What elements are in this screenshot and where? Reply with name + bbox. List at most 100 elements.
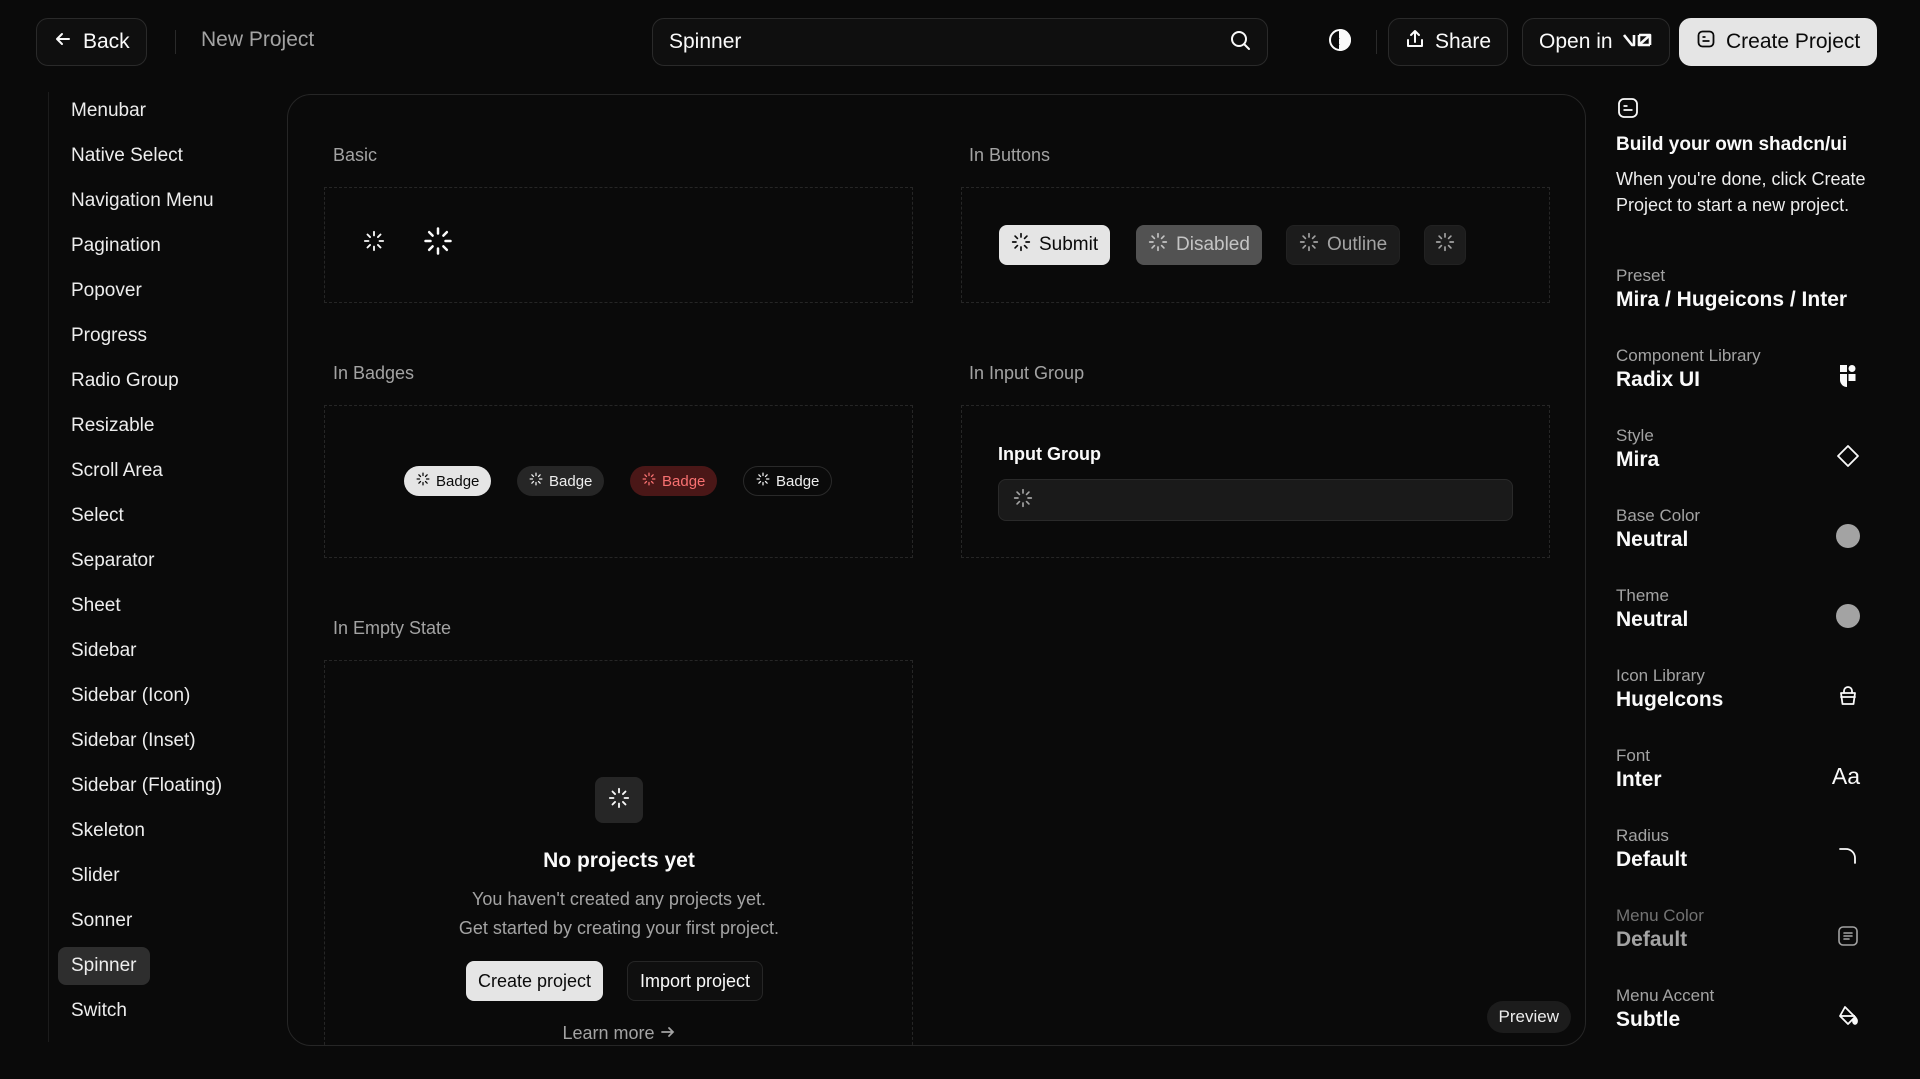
back-button[interactable]: Back: [36, 18, 147, 66]
sidebar-item-native-select[interactable]: Native Select: [58, 137, 196, 175]
option-icon-library[interactable]: Icon Library HugeIcons: [1616, 666, 1866, 730]
create-project-button[interactable]: Create Project: [1679, 18, 1878, 66]
search-input[interactable]: [669, 30, 1209, 54]
back-label: Back: [83, 30, 130, 53]
color-dot-icon: [1830, 598, 1866, 634]
arrow-left-icon: [53, 29, 73, 55]
option-label: Icon Library: [1616, 666, 1705, 685]
header-divider: [1376, 30, 1377, 54]
option-label: Theme: [1616, 586, 1669, 605]
sidebar-item-popover[interactable]: Popover: [58, 272, 155, 310]
option-value: Default: [1616, 928, 1688, 951]
outline-button[interactable]: Outline: [1286, 225, 1401, 265]
preview-badge[interactable]: Preview: [1486, 1001, 1571, 1033]
spinner-icon: [529, 472, 543, 490]
radix-icon: [1830, 358, 1866, 394]
hugeicons-icon: [1830, 678, 1866, 714]
option-label: Preset: [1616, 266, 1666, 285]
section-title-in-empty-state: In Empty State: [333, 618, 452, 638]
header-divider: [175, 30, 176, 54]
option-menu-color[interactable]: Menu Color Default: [1616, 906, 1866, 970]
sidebar-item-separator[interactable]: Separator: [58, 542, 167, 580]
component-search[interactable]: [652, 18, 1268, 66]
sidebar-item-sidebar[interactable]: Sidebar: [58, 632, 150, 670]
project-title: New Project: [201, 28, 315, 51]
spinner-icon: [608, 787, 630, 814]
sidebar-item-sheet[interactable]: Sheet: [58, 587, 134, 625]
learn-more-link[interactable]: Learn more: [319, 1023, 919, 1044]
badge: Badge: [517, 466, 605, 496]
basic-demo: [324, 187, 913, 303]
option-base-color[interactable]: Base Color Neutral: [1616, 506, 1866, 570]
sidebar-item-sidebar-floating[interactable]: Sidebar (Floating): [58, 767, 235, 805]
create-project-empty-button[interactable]: Create project: [466, 961, 604, 1001]
disabled-button[interactable]: Disabled: [1136, 225, 1262, 265]
share-label: Share: [1435, 30, 1492, 53]
spinner-icon: [1148, 232, 1168, 258]
project-icon: [1696, 29, 1716, 55]
option-label: Font: [1616, 746, 1651, 765]
sidebar-item-skeleton[interactable]: Skeleton: [58, 812, 158, 850]
option-radius[interactable]: Radius Default: [1616, 826, 1866, 890]
sidebar-item-switch[interactable]: Switch: [58, 992, 140, 1030]
import-project-button[interactable]: Import project: [627, 961, 764, 1001]
sidebar-item-spinner[interactable]: Spinner: [58, 947, 150, 985]
sidebar-item-progress[interactable]: Progress: [58, 317, 160, 355]
option-font[interactable]: Font Inter Aa: [1616, 746, 1866, 810]
input-group-field[interactable]: [998, 479, 1513, 521]
option-value: Mira: [1616, 448, 1660, 471]
color-dot-icon: [1830, 518, 1866, 554]
option-value: Neutral: [1616, 608, 1689, 631]
option-label: Radius: [1616, 826, 1669, 845]
empty-state-line-1: You haven't created any projects yet.: [472, 889, 766, 909]
submit-button[interactable]: Submit: [999, 225, 1111, 265]
empty-state-icon-box: [595, 777, 643, 823]
option-value: Neutral: [1616, 528, 1689, 551]
badge-destructive: Badge: [630, 466, 718, 496]
option-style[interactable]: Style Mira: [1616, 426, 1866, 490]
sidebar-item-sonner[interactable]: Sonner: [58, 902, 145, 940]
sidebar-item-resizable[interactable]: Resizable: [58, 407, 167, 445]
option-preset[interactable]: Preset Mira / Hugeicons / Inter: [1616, 266, 1866, 330]
open-in-button[interactable]: Open in: [1522, 18, 1670, 66]
build-description: When you're done, click Create Project t…: [1616, 169, 1866, 215]
badge-label: Badge: [776, 472, 820, 490]
sidebar-item-sidebar-icon[interactable]: Sidebar (Icon): [58, 677, 203, 715]
sidebar-item-select[interactable]: Select: [58, 497, 137, 535]
spinner-icon: [1011, 232, 1031, 258]
sidebar-item-sidebar-inset[interactable]: Sidebar (Inset): [58, 722, 209, 760]
empty-state-heading: No projects yet: [543, 849, 695, 872]
option-menu-accent[interactable]: Menu Accent Subtle: [1616, 986, 1866, 1050]
option-value: Inter: [1616, 768, 1662, 791]
option-theme[interactable]: Theme Neutral: [1616, 586, 1866, 650]
badge-outline: Badge: [743, 466, 833, 496]
section-title-in-buttons: In Buttons: [969, 145, 1051, 165]
outline-label: Outline: [1327, 234, 1388, 255]
v0-logo-icon: [1622, 30, 1653, 54]
paint-bucket-icon: [1830, 998, 1866, 1034]
share-button[interactable]: Share: [1388, 18, 1509, 66]
sidebar-item-slider[interactable]: Slider: [58, 857, 133, 895]
diamond-icon: [1830, 438, 1866, 474]
option-label: Style: [1616, 426, 1654, 445]
option-label: Base Color: [1616, 506, 1701, 525]
sidebar-item-navigation-menu[interactable]: Navigation Menu: [58, 182, 227, 220]
icon-spinner-button[interactable]: [1424, 225, 1466, 265]
option-value: Radix UI: [1616, 368, 1701, 391]
spinner-icon: [416, 472, 430, 490]
build-title: Build your own shadcn/ui: [1616, 134, 1848, 155]
option-component-library[interactable]: Component Library Radix UI: [1616, 346, 1866, 410]
badge-label: Badge: [549, 472, 593, 490]
option-value: Subtle: [1616, 1008, 1681, 1031]
component-sidebar: Menubar Native Select Navigation Menu Pa…: [44, 92, 274, 1042]
shadcn-logo-icon: [1616, 96, 1640, 125]
sidebar-item-radio-group[interactable]: Radio Group: [58, 362, 192, 400]
search-icon[interactable]: [1229, 29, 1251, 56]
buttons-demo: Submit Disabled Outline: [961, 187, 1550, 303]
sidebar-item-pagination[interactable]: Pagination: [58, 227, 174, 265]
theme-toggle-button[interactable]: [1322, 24, 1358, 60]
share-icon: [1405, 29, 1425, 55]
sidebar-item-menubar[interactable]: Menubar: [58, 92, 159, 130]
sidebar-item-scroll-area[interactable]: Scroll Area: [58, 452, 176, 490]
open-in-label: Open in: [1539, 30, 1613, 53]
